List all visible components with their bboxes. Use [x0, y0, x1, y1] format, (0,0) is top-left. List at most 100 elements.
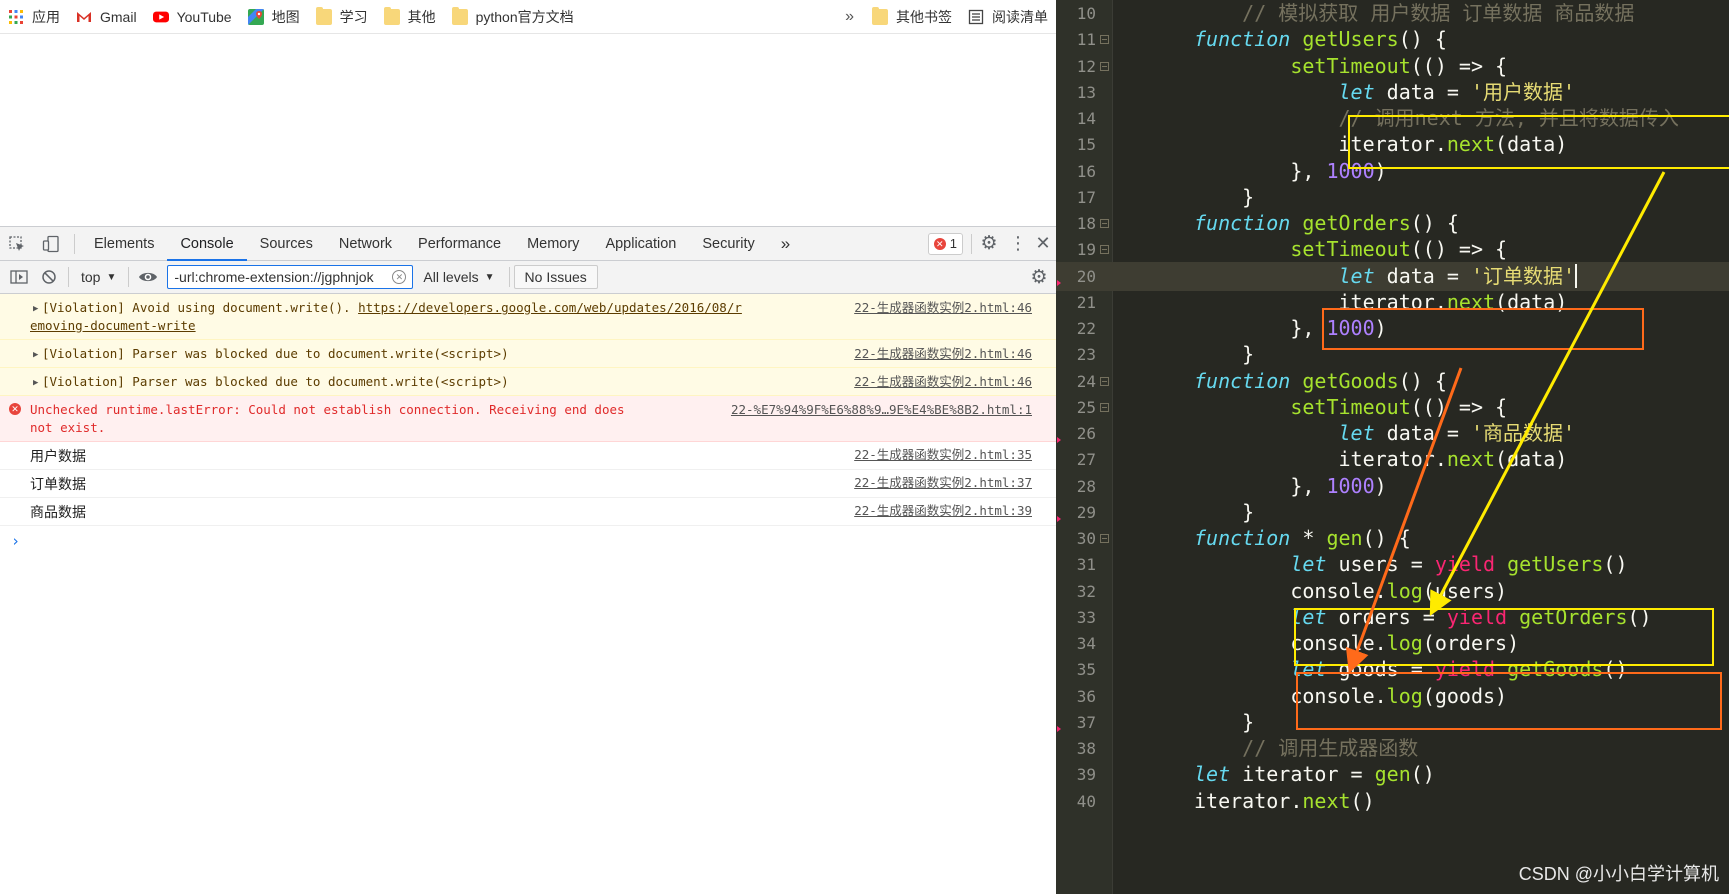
devtools-tab-strip: Elements Console Sources Network Perform…: [0, 226, 1056, 261]
toolbar-divider: [508, 267, 510, 287]
bookmark-label: 其他书签: [896, 8, 952, 25]
device-toolbar-button[interactable]: [34, 227, 68, 261]
warning-text: [Violation] Avoid using document.write()…: [42, 300, 359, 315]
levels-value: All levels: [423, 269, 479, 285]
console-message-error[interactable]: ✕ Unchecked runtime.lastError: Could not…: [0, 396, 1056, 442]
show-sidebar-button[interactable]: [4, 262, 34, 292]
expand-triangle-icon[interactable]: ▶: [33, 300, 38, 318]
console-toolbar: top ▼ -url:chrome-extension://jgphnjok ✕…: [0, 261, 1056, 294]
expand-triangle-icon[interactable]: ▶: [33, 346, 38, 364]
clear-console-button[interactable]: [34, 262, 64, 292]
error-count: 1: [949, 236, 957, 251]
gear-icon: ⚙: [980, 233, 998, 254]
bookmark-label: Gmail: [100, 8, 137, 25]
customize-menu-button[interactable]: ⋮: [1006, 227, 1030, 261]
tab-performance[interactable]: Performance: [405, 227, 514, 261]
device-icon: [42, 235, 59, 252]
console-message-warning[interactable]: ▶ [Violation] Parser was blocked due to …: [0, 368, 1056, 396]
tab-divider: [74, 233, 75, 254]
context-value: top: [81, 269, 101, 285]
filter-value: -url:chrome-extension://jgphnjok: [174, 269, 374, 285]
bookmark-youtube[interactable]: YouTube: [145, 0, 240, 33]
youtube-icon: [152, 11, 169, 22]
source-link[interactable]: 22-生成器函数实例2.html:46: [854, 299, 1032, 317]
dropdown-arrow-icon: ▼: [484, 271, 495, 283]
source-link[interactable]: 22-生成器函数实例2.html:46: [854, 345, 1032, 363]
error-count-badge[interactable]: ✕ 1: [927, 232, 963, 255]
bookmark-label: YouTube: [176, 8, 232, 25]
issues-button[interactable]: No Issues: [513, 265, 598, 289]
docs-link[interactable]: https://developers.google.com/web/update…: [358, 300, 742, 315]
clear-filter-icon[interactable]: ✕: [392, 270, 407, 284]
gear-icon: ⚙: [1030, 266, 1048, 288]
console-message-warning[interactable]: ▶ [Violation] Avoid using document.write…: [0, 294, 1056, 340]
more-tabs-button[interactable]: »: [768, 227, 803, 261]
console-settings-button[interactable]: ⚙: [1024, 262, 1054, 292]
bookmark-reading-list[interactable]: 阅读清单: [960, 0, 1056, 33]
bookmark-label: 地图: [271, 8, 300, 25]
bookmark-maps[interactable]: 地图: [240, 0, 308, 33]
message-text-continued: emoving-document-write: [30, 317, 1044, 335]
source-link[interactable]: 22-生成器函数实例2.html:39: [854, 502, 1032, 520]
context-selector[interactable]: top ▼: [73, 269, 124, 285]
bookmark-label: 应用: [32, 8, 60, 25]
error-icon: ✕: [9, 403, 21, 415]
bookmark-gmail[interactable]: Gmail: [68, 0, 145, 33]
dropdown-arrow-icon: ▼: [106, 271, 117, 283]
inspect-element-button[interactable]: [0, 227, 34, 261]
console-message-log[interactable]: 用户数据 22-生成器函数实例2.html:35: [0, 442, 1056, 470]
tab-application[interactable]: Application: [592, 227, 689, 261]
bookmark-apps[interactable]: 应用: [0, 0, 68, 33]
tab-sources[interactable]: Sources: [247, 227, 326, 261]
console-prompt[interactable]: ›: [0, 526, 1056, 550]
error-icon: ✕: [933, 237, 946, 250]
log-levels-dropdown[interactable]: All levels ▼: [413, 269, 504, 285]
close-devtools-button[interactable]: ✕: [1030, 227, 1056, 261]
bookmark-folder-other[interactable]: 其他: [376, 0, 444, 33]
annotation-arrows: [1345, 171, 1666, 674]
folder-icon: [872, 6, 888, 25]
settings-button[interactable]: ⚙: [972, 227, 1006, 261]
console-message-log[interactable]: 商品数据 22-生成器函数实例2.html:39: [0, 498, 1056, 526]
bookmarks-overflow-button[interactable]: »: [835, 0, 864, 33]
message-text-continued: not exist.: [30, 420, 106, 435]
tab-security[interactable]: Security: [689, 227, 767, 261]
source-link[interactable]: 22-%E7%94%9F%E6%88%9…9E%E4%BE%8B2.html:1: [731, 401, 1032, 419]
console-output: ▶ [Violation] Avoid using document.write…: [0, 294, 1056, 894]
live-expression-button[interactable]: [133, 262, 163, 292]
source-link[interactable]: 22-生成器函数实例2.html:46: [854, 373, 1032, 391]
source-link[interactable]: 22-生成器函数实例2.html:35: [854, 446, 1032, 464]
tab-elements[interactable]: Elements: [81, 227, 167, 261]
expand-triangle-icon[interactable]: ▶: [33, 374, 38, 392]
csdn-watermark: CSDN @小小白学计算机: [1518, 864, 1719, 884]
bookmark-label: 其他: [407, 8, 436, 25]
folder-icon: [383, 6, 400, 25]
sidebar-toggle-icon: [10, 270, 28, 284]
bookmark-other-bookmarks[interactable]: 其他书签: [864, 0, 960, 33]
inspect-icon: [9, 235, 24, 251]
console-message-log[interactable]: 订单数据 22-生成器函数实例2.html:37: [0, 470, 1056, 498]
toolbar-divider: [68, 267, 69, 287]
source-link[interactable]: 22-生成器函数实例2.html:37: [854, 474, 1032, 492]
bookmark-label: 学习: [339, 8, 368, 25]
folder-icon: [315, 6, 332, 25]
tab-memory[interactable]: Memory: [514, 227, 592, 261]
yellow-arrow: [1429, 171, 1666, 616]
code-editor[interactable]: 10 // 模拟获取 用户数据 订单数据 商品数据 11 function getU…: [1056, 0, 1729, 894]
tab-console[interactable]: Console: [167, 227, 247, 261]
console-filter-input[interactable]: -url:chrome-extension://jgphnjok ✕: [167, 265, 414, 289]
page-viewport: [0, 33, 1056, 226]
apps-grid-icon: [9, 9, 23, 24]
console-message-warning[interactable]: ▶ [Violation] Parser was blocked due to …: [0, 340, 1056, 368]
block-icon: [42, 270, 56, 284]
bookmark-folder-python-docs[interactable]: python官方文档: [444, 0, 582, 33]
bookmark-label: python官方文档: [475, 8, 574, 25]
bookmark-label: 阅读清单: [992, 8, 1048, 25]
screenshot-root: 应用 Gmail YouTube 地图 学习 其他 python官方文档 » 其…: [0, 0, 1729, 894]
folder-icon: [451, 6, 468, 25]
kebab-menu-icon: ⋮: [1009, 233, 1027, 253]
tab-network[interactable]: Network: [326, 227, 405, 261]
docs-link-continued[interactable]: emoving-document-write: [30, 318, 196, 333]
close-icon: ✕: [1035, 233, 1051, 253]
bookmark-folder-study[interactable]: 学习: [308, 0, 376, 33]
